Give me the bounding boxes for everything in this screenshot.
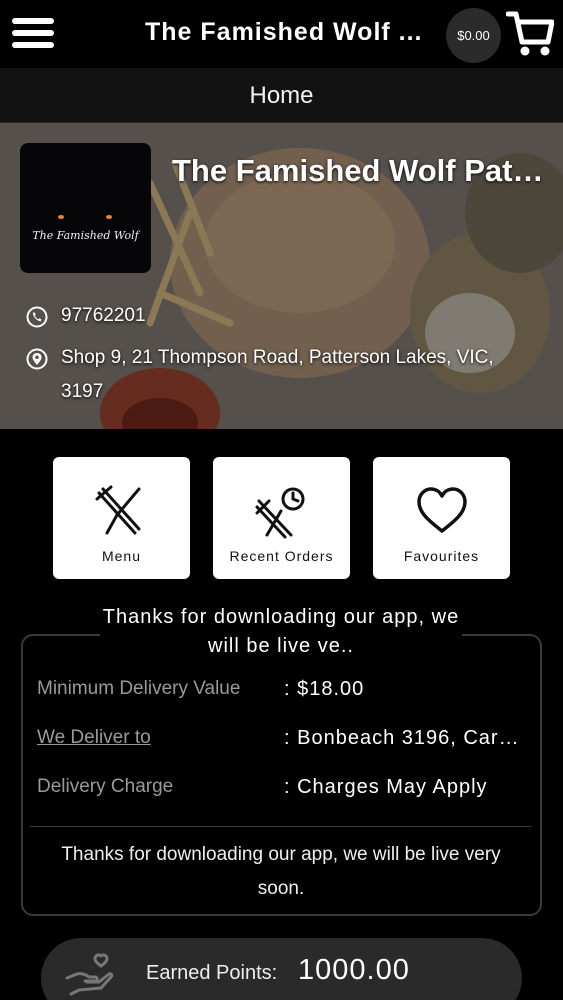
top-app-bar: The Famished Wolf ... $0.00: [0, 0, 563, 68]
menu-tile-label: Menu: [101, 548, 142, 564]
location-pin-icon: [26, 348, 48, 370]
heart-icon: [417, 487, 467, 533]
earned-points-value: 1000.00: [298, 954, 410, 986]
logo-text: The Famished Wolf: [32, 229, 139, 242]
phone-icon: [26, 306, 48, 328]
cart-icon[interactable]: [506, 8, 554, 58]
wolf-eye-left-icon: [58, 215, 64, 219]
min-delivery-value: : $18.00: [284, 678, 365, 700]
store-banner: The Famished Wolf The Famished Wolf Patt…: [0, 123, 563, 429]
favourites-tile-label: Favourites: [403, 548, 480, 564]
hamburger-menu-icon[interactable]: [12, 18, 54, 50]
recent-orders-icon: [255, 487, 305, 539]
store-address-row[interactable]: Shop 9, 21 Thompson Road, Patterson Lake…: [26, 347, 526, 409]
quick-action-tiles: Menu Recent Orders Favourites: [0, 457, 563, 579]
delivery-charge-label: Delivery Charge: [37, 776, 174, 797]
card-divider: [30, 826, 532, 827]
page-title: Home: [249, 82, 314, 109]
store-phone: 97762201: [61, 305, 146, 326]
delivery-note: Thanks for downloading our app, we will …: [61, 844, 501, 899]
recent-orders-tile[interactable]: Recent Orders: [213, 457, 350, 579]
deliver-to-link[interactable]: We Deliver to: [37, 727, 151, 749]
store-name: The Famished Wolf Patte...: [172, 153, 544, 188]
deliver-to-value: : Bonbeach 3196, Carr...: [284, 727, 524, 749]
app-title: The Famished Wolf ...: [145, 18, 423, 46]
menu-tile[interactable]: Menu: [53, 457, 190, 579]
store-logo: The Famished Wolf: [20, 143, 151, 273]
earned-points-label: Earned Points:: [146, 962, 278, 984]
favourites-tile[interactable]: Favourites: [373, 457, 510, 579]
page-header: Home: [0, 68, 563, 123]
recent-orders-tile-label: Recent Orders: [229, 548, 334, 564]
store-address: Shop 9, 21 Thompson Road, Patterson Lake…: [61, 347, 494, 402]
fork-knife-icon: [95, 485, 141, 535]
min-delivery-label: Minimum Delivery Value: [37, 678, 241, 699]
cart-total-badge[interactable]: $0.00: [446, 8, 501, 63]
store-phone-row[interactable]: 97762201: [26, 305, 146, 333]
delivery-charge-value: : Charges May Apply: [284, 776, 488, 798]
delivery-card-caption: Thanks for downloading our app, we will …: [100, 603, 462, 661]
hand-heart-icon: [65, 953, 114, 996]
wolf-eye-right-icon: [106, 215, 112, 219]
earned-points-bar[interactable]: Earned Points: 1000.00: [41, 938, 522, 1000]
